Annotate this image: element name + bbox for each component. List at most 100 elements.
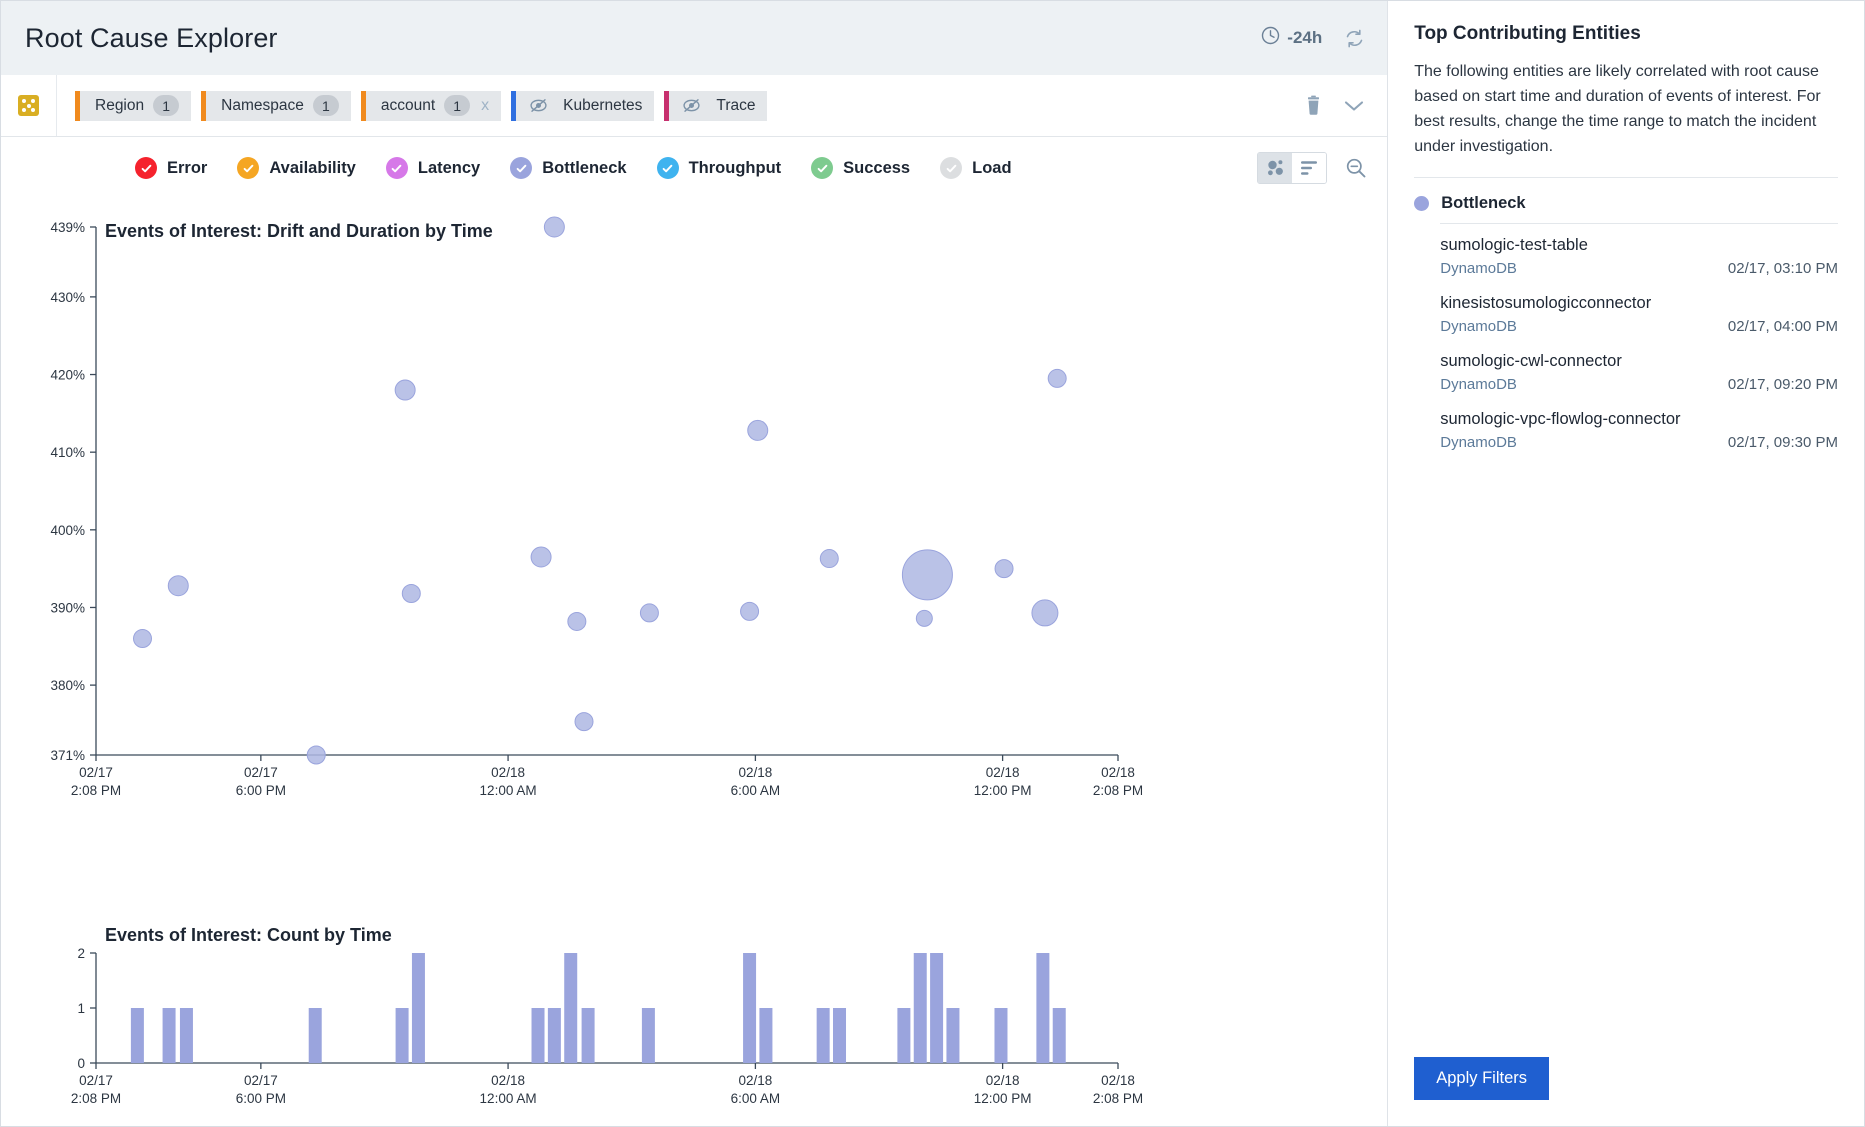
bar[interactable] — [308, 1008, 322, 1063]
scatter-point[interactable] — [994, 559, 1014, 579]
scatter-point[interactable] — [1031, 599, 1059, 627]
scatter-x-tick-label: 02/18 — [738, 765, 772, 780]
bar[interactable] — [395, 1008, 409, 1063]
bar-x-tick-label: 6:00 AM — [731, 1091, 781, 1106]
scatter-point[interactable] — [747, 419, 769, 441]
bar-x-tick-label: 02/18 — [986, 1073, 1020, 1088]
scatter-point[interactable] — [901, 549, 953, 601]
filter-chip-region[interactable]: Region 1 — [75, 90, 192, 121]
entity-type[interactable]: DynamoDB — [1440, 318, 1517, 335]
list-view-icon[interactable] — [1292, 153, 1327, 183]
bar[interactable] — [1052, 1008, 1066, 1063]
legend-item-availability[interactable]: Availability — [237, 157, 356, 179]
legend-item-bottleneck[interactable]: Bottleneck — [510, 157, 627, 179]
entity-list-item[interactable]: kinesistosumologicconnector DynamoDB 02/17… — [1440, 294, 1838, 335]
scatter-point[interactable] — [167, 575, 189, 597]
filter-bar-actions — [1304, 95, 1371, 116]
events-of-interest-plots[interactable]: 439% 430% 420% 410% 400% 390% 380% 371% 02/17 2:0… — [1, 195, 1389, 1127]
check-circle-icon — [940, 157, 963, 179]
scatter-point[interactable] — [819, 549, 839, 569]
scatter-point[interactable] — [915, 609, 933, 627]
bar[interactable] — [130, 1008, 144, 1063]
bar[interactable] — [833, 1008, 847, 1063]
scatter-point[interactable] — [740, 601, 760, 621]
scatter-point[interactable] — [567, 611, 587, 631]
bar-x-tick-label: 02/17 — [244, 1073, 278, 1088]
chip-color-bar — [511, 90, 517, 121]
page-title: Root Cause Explorer — [25, 22, 278, 53]
scatter-x-tick-label: 2:08 PM — [1093, 783, 1143, 798]
entity-name: kinesistosumologicconnector — [1440, 294, 1652, 312]
bar[interactable] — [641, 1008, 655, 1063]
refresh-icon[interactable] — [1344, 28, 1365, 49]
legend-item-success[interactable]: Success — [811, 157, 910, 179]
filter-chip-trace[interactable]: Trace — [664, 90, 768, 121]
scatter-y-tick-label: 390% — [50, 600, 85, 615]
bar[interactable] — [179, 1008, 193, 1063]
scatter-y-tick-label: 371% — [50, 748, 85, 763]
legend-row: Error Availability Latency Bottleneck Throug… — [1, 137, 1387, 195]
bar[interactable] — [547, 1008, 561, 1063]
scatter-x-tick-label: 6:00 AM — [731, 783, 781, 798]
scatter-point[interactable] — [574, 712, 594, 732]
apply-filters-button[interactable]: Apply Filters — [1414, 1057, 1550, 1100]
scatter-point[interactable] — [394, 379, 416, 401]
grid-handle-icon[interactable] — [1, 75, 57, 136]
bar[interactable] — [531, 1008, 545, 1063]
filter-chip-list: Region 1 Namespace 1 account 1 x Kubernetes Trac… — [57, 90, 1304, 121]
eye-slash-icon — [678, 98, 701, 113]
scatter-point[interactable] — [639, 603, 659, 623]
bar[interactable] — [1036, 953, 1050, 1063]
chip-label: Namespace — [221, 96, 304, 114]
bar[interactable] — [759, 1008, 773, 1063]
entity-timestamp: 02/17, 04:00 PM — [1727, 318, 1838, 335]
trash-icon[interactable] — [1304, 95, 1323, 116]
filter-chip-namespace[interactable]: Namespace 1 — [201, 90, 351, 121]
legend-item-throughput[interactable]: Throughput — [656, 157, 781, 179]
entity-type[interactable]: DynamoDB — [1440, 434, 1517, 451]
scatter-point[interactable] — [543, 216, 565, 238]
bar[interactable] — [930, 953, 944, 1063]
bar-x-tick-label: 02/18 — [491, 1073, 525, 1088]
bar[interactable] — [564, 953, 578, 1063]
filter-chip-account[interactable]: account 1 x — [360, 90, 502, 121]
filter-chip-kubernetes[interactable]: Kubernetes — [511, 90, 655, 121]
main-panel: Root Cause Explorer -24h Region 1 Namespac… — [1, 1, 1389, 1127]
chip-remove-icon[interactable]: x — [479, 97, 489, 115]
legend-item-latency[interactable]: Latency — [385, 157, 480, 179]
sidebar-header: Top Contributing Entities The following … — [1388, 1, 1864, 178]
chip-label: account — [380, 96, 436, 114]
bar[interactable] — [743, 953, 757, 1063]
bar[interactable] — [411, 953, 425, 1063]
bar[interactable] — [816, 1008, 830, 1063]
bar[interactable] — [581, 1008, 595, 1063]
entity-group-header[interactable]: Bottleneck — [1388, 178, 1864, 223]
bar-x-tick-label: 2:08 PM — [1093, 1091, 1143, 1106]
chevron-down-icon[interactable] — [1343, 99, 1365, 113]
bar[interactable] — [994, 1008, 1008, 1063]
entity-type[interactable]: DynamoDB — [1440, 376, 1517, 393]
legend-item-load[interactable]: Load — [940, 157, 1012, 179]
zoom-out-icon[interactable] — [1345, 157, 1367, 179]
bar[interactable] — [946, 1008, 960, 1063]
entity-list-item[interactable]: sumologic-vpc-flowlog-connector DynamoDB 0… — [1440, 410, 1838, 451]
scatter-x-tick-label: 02/18 — [1101, 765, 1135, 780]
check-circle-icon — [656, 157, 679, 179]
scatter-point[interactable] — [401, 583, 421, 603]
filter-bar: Region 1 Namespace 1 account 1 x Kubernetes Trac… — [1, 75, 1388, 137]
legend-item-error[interactable]: Error — [135, 157, 207, 179]
scatter-point[interactable] — [1047, 368, 1067, 388]
bar[interactable] — [897, 1008, 911, 1063]
scatter-view-icon[interactable] — [1258, 153, 1293, 183]
entity-list-item[interactable]: sumologic-cwl-connector DynamoDB 02/17, 09… — [1440, 352, 1838, 393]
bar[interactable] — [162, 1008, 176, 1063]
check-circle-icon — [811, 157, 834, 179]
entity-type[interactable]: DynamoDB — [1440, 260, 1517, 277]
bar[interactable] — [913, 953, 927, 1063]
scatter-point[interactable] — [133, 629, 153, 649]
entity-meta: DynamoDB 02/17, 09:30 PM — [1440, 434, 1838, 451]
entity-list-item[interactable]: sumologic-test-table DynamoDB 02/17, 03:10… — [1440, 236, 1838, 277]
scatter-point[interactable] — [530, 546, 552, 568]
scatter-point[interactable] — [306, 745, 326, 765]
time-range-selector[interactable]: -24h — [1261, 26, 1322, 50]
